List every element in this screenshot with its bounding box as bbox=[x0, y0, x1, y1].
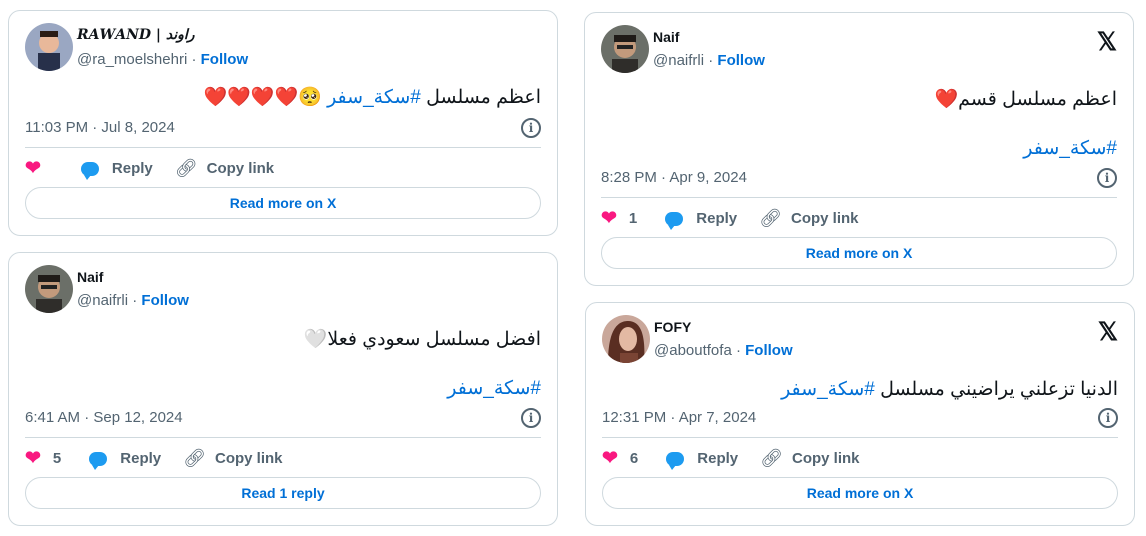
divider bbox=[25, 437, 541, 438]
handle-line: @ra_moelshehri · Follow bbox=[77, 51, 248, 68]
read-more-button[interactable]: Read more on X bbox=[601, 237, 1117, 269]
like-button[interactable]: ❤ 6 bbox=[602, 447, 644, 469]
reply-label: Reply bbox=[697, 450, 739, 467]
divider bbox=[25, 147, 541, 148]
info-icon[interactable]: i bbox=[521, 118, 541, 138]
info-icon[interactable]: i bbox=[1097, 168, 1117, 188]
reply-button[interactable]: Reply bbox=[665, 210, 738, 230]
follow-button[interactable]: Follow bbox=[717, 52, 765, 69]
tweet-card-rawand: 𝑹𝑨𝑾𝑨𝑵𝑫 | راوند @ra_moelshehri · Follow ا… bbox=[8, 10, 558, 236]
divider bbox=[602, 437, 1118, 438]
tweet-card-naif-apr: Naif @naifrli · Follow 𝕏 اعظم مسلسل قسم❤… bbox=[584, 12, 1134, 286]
copy-link-label: Copy link bbox=[214, 450, 283, 467]
timestamp[interactable]: 6:41 AM · Sep 12, 2024 bbox=[25, 409, 183, 426]
info-icon[interactable]: i bbox=[1098, 408, 1118, 428]
read-more-button[interactable]: Read more on X bbox=[25, 187, 541, 219]
emoji-group: 🤍 bbox=[303, 329, 328, 350]
avatar[interactable] bbox=[601, 25, 649, 73]
tweet-text: اعظم مسلسل #سكة_سفر 🥺❤️❤️❤️❤️ bbox=[204, 85, 542, 111]
hashtag-link[interactable]: #سكة_سفر bbox=[1023, 137, 1117, 160]
reply-icon bbox=[80, 161, 99, 180]
heart-icon: ❤ bbox=[601, 207, 617, 229]
info-icon[interactable]: i bbox=[521, 408, 541, 428]
like-button[interactable]: ❤ 5 bbox=[25, 447, 67, 469]
reply-button[interactable]: Reply bbox=[666, 450, 739, 470]
avatar[interactable] bbox=[25, 23, 73, 71]
like-count: 5 bbox=[52, 450, 62, 467]
link-icon: 🔗︎ bbox=[759, 208, 782, 228]
reply-button[interactable]: Reply bbox=[89, 450, 162, 470]
avatar[interactable] bbox=[602, 315, 650, 363]
display-name[interactable]: FOFY bbox=[654, 319, 691, 335]
copy-link-button[interactable]: 🔗︎ Copy link bbox=[760, 448, 859, 469]
heart-icon: ❤ bbox=[25, 157, 41, 179]
x-logo-icon[interactable]: 𝕏 bbox=[1098, 317, 1118, 347]
like-count: 6 bbox=[629, 450, 639, 467]
timestamp[interactable]: 8:28 PM · Apr 9, 2024 bbox=[601, 169, 747, 186]
reply-label: Reply bbox=[111, 160, 153, 177]
avatar[interactable] bbox=[25, 265, 73, 313]
copy-link-button[interactable]: 🔗︎ Copy link bbox=[183, 448, 282, 469]
action-bar: ❤ 6 Reply 🔗︎ Copy link bbox=[602, 447, 882, 470]
copy-link-label: Copy link bbox=[790, 210, 859, 227]
copy-link-label: Copy link bbox=[206, 160, 275, 177]
read-replies-button[interactable]: Read 1 reply bbox=[25, 477, 541, 509]
handle[interactable]: @naifrli bbox=[77, 292, 128, 309]
emoji-group: 🥺❤️❤️❤️❤️ bbox=[203, 87, 322, 108]
heart-icon: ❤ bbox=[25, 447, 41, 469]
action-bar: ❤ 1 Reply 🔗︎ Copy link bbox=[601, 207, 881, 230]
display-name[interactable]: Naif bbox=[653, 29, 679, 45]
like-button[interactable]: ❤ 1 bbox=[601, 207, 643, 229]
tweet-text: افضل مسلسل سعودي فعلا🤍 bbox=[304, 327, 541, 353]
tweet-body: اعظم مسلسل قسم bbox=[958, 89, 1117, 110]
tweet-text: الدنيا تزعلني يراضيني مسلسل #سكة_سفر bbox=[781, 377, 1118, 403]
tweet-card-fofy: FOFY @aboutfofa · Follow 𝕏 الدنيا تزعلني… bbox=[585, 302, 1135, 526]
like-count: 1 bbox=[628, 210, 638, 227]
reply-button[interactable]: Reply bbox=[80, 160, 153, 180]
timestamp[interactable]: 12:31 PM · Apr 7, 2024 bbox=[602, 409, 756, 426]
handle[interactable]: @ra_moelshehri bbox=[77, 51, 187, 68]
handle[interactable]: @aboutfofa bbox=[654, 342, 732, 359]
reply-icon bbox=[665, 211, 684, 230]
hashtag-link[interactable]: #سكة_سفر bbox=[781, 379, 875, 400]
follow-button[interactable]: Follow bbox=[141, 292, 189, 309]
x-logo-icon[interactable]: 𝕏 bbox=[1097, 27, 1117, 57]
timestamp[interactable]: 11:03 PM · Jul 8, 2024 bbox=[25, 119, 175, 136]
copy-link-button[interactable]: 🔗︎ Copy link bbox=[175, 158, 274, 179]
follow-button[interactable]: Follow bbox=[745, 342, 793, 359]
handle[interactable]: @naifrli bbox=[653, 52, 704, 69]
display-name[interactable]: 𝑹𝑨𝑾𝑨𝑵𝑫 | راوند bbox=[77, 27, 195, 43]
divider bbox=[601, 197, 1117, 198]
follow-button[interactable]: Follow bbox=[201, 51, 249, 68]
emoji-group: ❤️ bbox=[934, 89, 959, 110]
tweet-body: اعظم مسلسل bbox=[420, 87, 541, 108]
reply-label: Reply bbox=[120, 450, 162, 467]
handle-line: @naifrli · Follow bbox=[653, 52, 765, 69]
action-bar: ❤ Reply 🔗︎ Copy link bbox=[25, 157, 296, 180]
tweet-card-naif-sep: Naif @naifrli · Follow افضل مسلسل سعودي … bbox=[8, 252, 558, 526]
reply-icon bbox=[89, 451, 108, 470]
separator-dot: · bbox=[735, 342, 746, 359]
separator-dot: · bbox=[191, 51, 201, 68]
tweet-body: الدنيا تزعلني يراضيني مسلسل bbox=[874, 379, 1118, 400]
like-button[interactable]: ❤ bbox=[25, 157, 59, 179]
heart-icon: ❤ bbox=[602, 447, 618, 469]
tweet-text: اعظم مسلسل قسم❤️ bbox=[934, 87, 1117, 113]
copy-link-label: Copy link bbox=[791, 450, 860, 467]
hashtag-link[interactable]: #سكة_سفر bbox=[327, 87, 421, 108]
display-name[interactable]: Naif bbox=[77, 269, 103, 285]
link-icon: 🔗︎ bbox=[183, 448, 206, 468]
handle-line: @aboutfofa · Follow bbox=[654, 342, 793, 359]
action-bar: ❤ 5 Reply 🔗︎ Copy link bbox=[25, 447, 305, 470]
link-icon: 🔗︎ bbox=[760, 448, 783, 468]
tweet-body: افضل مسلسل سعودي فعلا bbox=[327, 329, 541, 350]
read-more-button[interactable]: Read more on X bbox=[602, 477, 1118, 509]
link-icon: 🔗︎ bbox=[174, 158, 198, 178]
hashtag-link[interactable]: #سكة_سفر bbox=[447, 377, 541, 400]
copy-link-button[interactable]: 🔗︎ Copy link bbox=[759, 208, 858, 229]
handle-line: @naifrli · Follow bbox=[77, 292, 189, 309]
reply-icon bbox=[666, 451, 685, 470]
reply-label: Reply bbox=[696, 210, 738, 227]
